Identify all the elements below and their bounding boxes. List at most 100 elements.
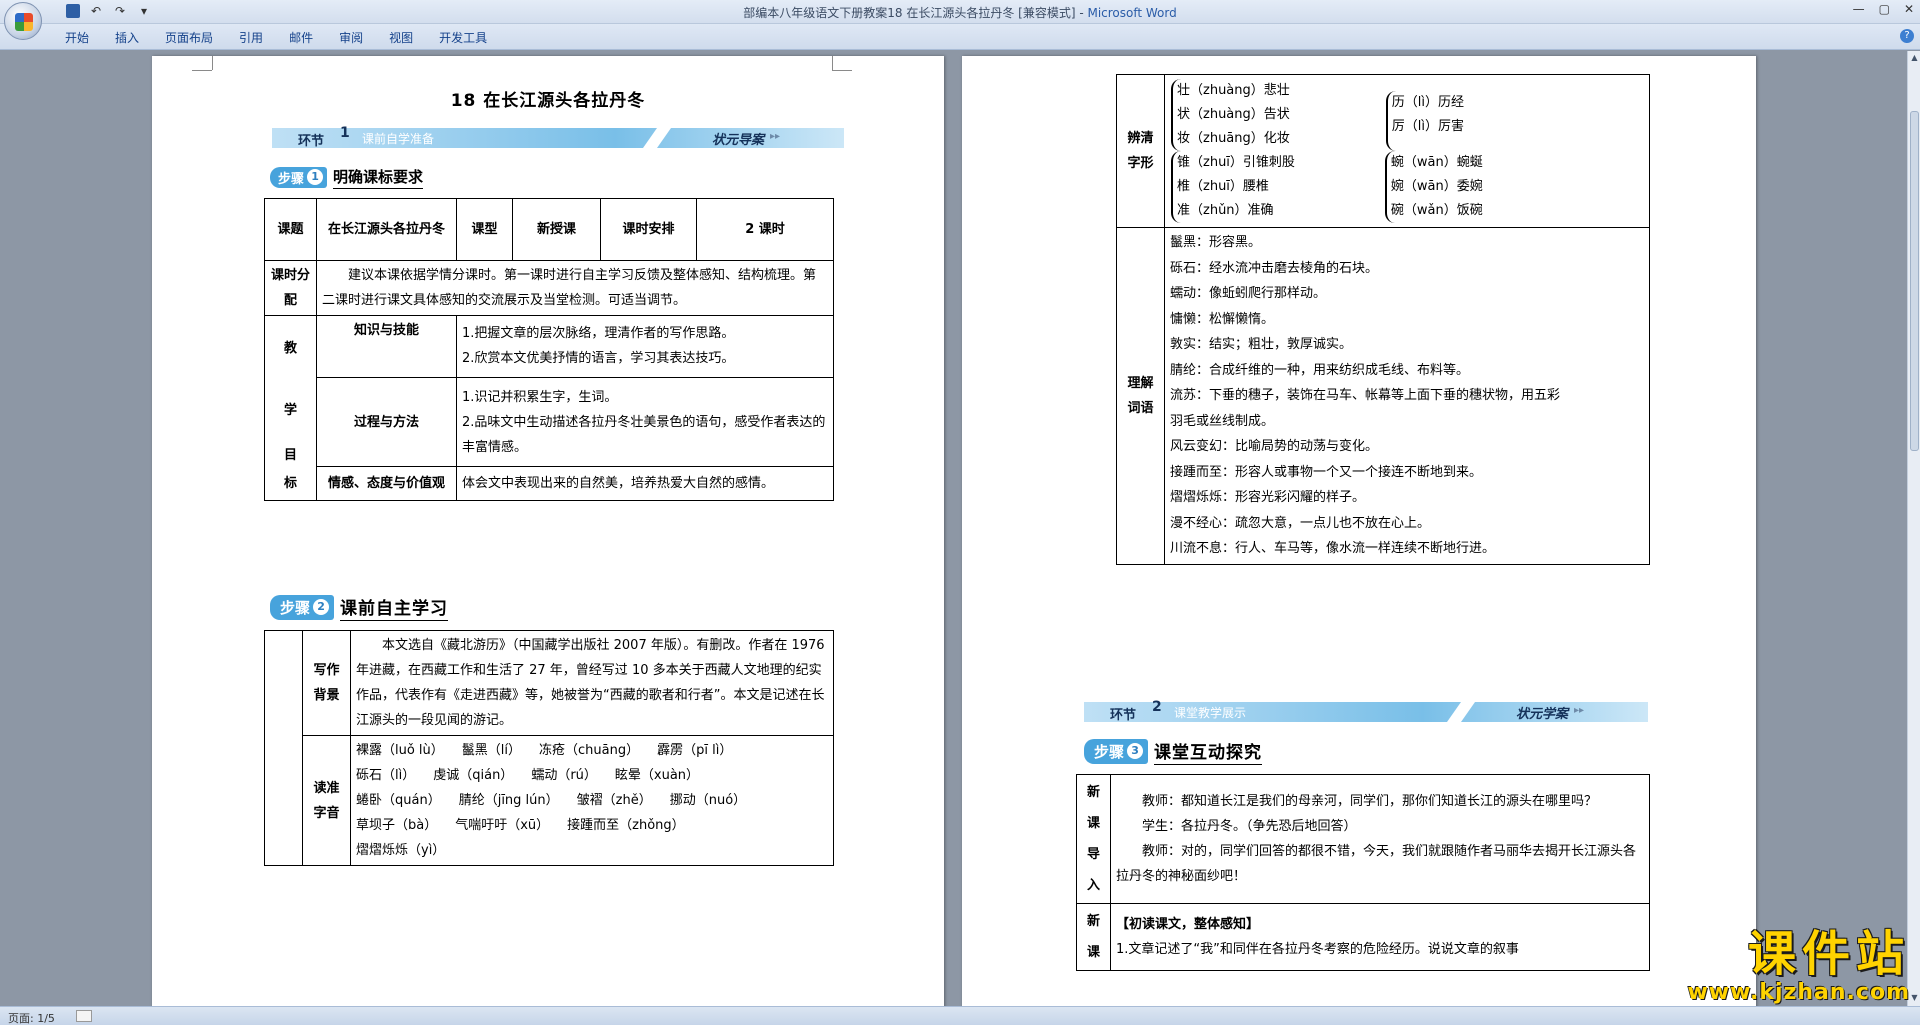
tab-insert[interactable]: 插入: [102, 29, 152, 46]
char-item: 厉（lì）厉害: [1391, 119, 1464, 134]
close-button[interactable]: ✕: [1904, 2, 1914, 16]
lesson-title: 18 在长江源头各拉丹冬: [450, 91, 646, 111]
pinyin-word: 冻疮（chuāng）: [539, 743, 640, 758]
table-row: 辨清字形 壮（zhuàng）悲壮 状（zhuàng）告状 妆（zhuāng）化妆…: [1116, 74, 1650, 228]
pinyin-row: 裸露（luǒ lù） 鬣黑（lí） 冻疮（chuāng） 霹雳（pī lì）: [356, 738, 828, 763]
step-number: 3: [1127, 743, 1144, 759]
char-group-left: 锥（zhuī）引锥刺股 椎（zhuī）腰椎 准（zhǔn）准确: [1171, 151, 1295, 223]
word-definition: 漫不经心：疏忽大意，一点儿也不放在心上。: [1170, 515, 1431, 531]
cell-background-text: 本文选自《藏北游历》（中国藏学出版社 2007 年版）。有删改。作者在 1976…: [350, 630, 834, 736]
watermark-logo: 课件站 www.kjzhan.com: [1662, 926, 1910, 1006]
pinyin-word: 霹雳（pī lì）: [657, 743, 733, 758]
page-indicator[interactable]: 页面: 1/5: [8, 1010, 55, 1025]
cell-pronunciation-text: 裸露（luǒ lù） 鬣黑（lí） 冻疮（chuāng） 霹雳（pī lì） 砾石（l…: [350, 735, 834, 866]
office-button[interactable]: [4, 2, 42, 40]
pinyin-word: 皱褶（zhě）: [576, 793, 652, 808]
intro-line: 教师：对的，同学们回答的都很不错，今天，我们就跟随作者马丽华去揭开长江源头各拉丹…: [1116, 844, 1637, 884]
intro-line: 教师：都知道长江是我们的母亲河，同学们，那你们知道长江的源头在哪里吗？: [1142, 794, 1598, 809]
scroll-up-icon[interactable]: ▲: [1909, 53, 1920, 64]
banner-divider: [1446, 702, 1476, 722]
table-row: 新课 【初读课文，整体感知】 1.文章记述了“我”和同伴在各拉丹冬考察的危险经历…: [1076, 903, 1650, 971]
cell-topic-label: 课题: [264, 198, 317, 261]
cell-words-label: 理解词语: [1116, 227, 1165, 565]
table-row: 读准字音 裸露（luǒ lù） 鬣黑（lí） 冻疮（chuāng） 霹雳（pī lì）…: [265, 735, 834, 866]
pinyin-word: 接踵而至（zhǒng）: [567, 818, 685, 833]
tab-home[interactable]: 开始: [52, 29, 102, 46]
step-badge: 步骤 1: [270, 166, 328, 188]
pinyin-word: 蜷卧（quán）: [356, 793, 441, 808]
banner-number: 2: [1152, 699, 1162, 715]
new-heading: 【初读课文，整体感知】: [1116, 917, 1260, 932]
word-definition: 慵懒：松懈懒惰。: [1170, 311, 1275, 327]
watermark-url: www.kjzhan.com: [1687, 980, 1910, 1005]
cell-process-text: 1.识记并积累生字，生词。 2.品味文中生动描述各拉丹冬壮美景色的语句，感受作者…: [456, 376, 834, 468]
table-row: 理解词语 鬣黑：形容黑。 砾石：经水流冲击磨去棱角的石块。 蠕动：像蚯蚓爬行那样…: [1116, 227, 1650, 565]
step-badge: 步骤 3: [1084, 738, 1149, 764]
pinyin-word: 虔诚（qián）: [433, 768, 514, 783]
cell-goals-label: 教 学 目 标: [264, 315, 317, 501]
table-row: 教 学 目 标 知识与技能 1.把握文章的层次脉络，理清作者的写作思路。 2.欣…: [264, 315, 834, 501]
page-right: 辨清字形 壮（zhuàng）悲壮 状（zhuàng）告状 妆（zhuāng）化妆…: [962, 56, 1756, 1011]
process-item: 2.品味文中生动描述各拉丹冬壮美景色的语句，感受作者表达的丰富情感。: [462, 414, 826, 455]
minimize-button[interactable]: —: [1853, 2, 1865, 16]
cell-blank: [264, 630, 303, 866]
goal-char: 标: [283, 476, 297, 491]
help-icon[interactable]: ?: [1900, 29, 1914, 43]
document-title: 部编本八年级语文下册教案18 在长江源头各拉丹冬 [兼容模式] -: [743, 6, 1088, 20]
pinyin-word: 挪动（nuó）: [669, 793, 747, 808]
char-item: 准（zhǔn）准确: [1177, 203, 1274, 218]
pinyin-row: 蜷卧（quán） 腈纶（jīng lún） 皱褶（zhě） 挪动（nuó）: [356, 788, 828, 813]
char-item: 碗（wǎn）饭碗: [1390, 203, 1483, 218]
step-3-heading: 步骤 3 课堂互动探究: [1084, 738, 1263, 765]
table-row: 情感、态度与价值观 体会文中表现出来的自然美，培养热爱大自然的感情。: [265, 466, 834, 501]
cell-new-content: 【初读课文，整体感知】 1.文章记述了“我”和同伴在各拉丹冬考察的危险经历。说说…: [1110, 903, 1650, 971]
cell-knowledge-text: 1.把握文章的层次脉络，理清作者的写作思路。 2.欣赏本文优美抒情的语言，学习其…: [456, 315, 834, 378]
tab-mailings[interactable]: 邮件: [276, 29, 326, 46]
banner-right-a: 状元: [711, 133, 738, 148]
table-row: 过程与方法 1.识记并积累生字，生词。 2.品味文中生动描述各拉丹冬壮美景色的语…: [265, 376, 834, 468]
cell-hours-label: 课时安排: [600, 198, 697, 261]
scroll-down-icon[interactable]: ▼: [1909, 993, 1920, 1004]
title-bar: ↶ ↷ ▾ 部编本八年级语文下册教案18 在长江源头各拉丹冬 [兼容模式] - …: [0, 0, 1920, 40]
char-item: 婉（wān）委婉: [1390, 179, 1483, 194]
pinyin-word: 熠熠烁烁（yì）: [356, 843, 446, 858]
tab-view[interactable]: 视图: [376, 29, 426, 46]
char-item: 锥（zhuī）引锥刺股: [1177, 155, 1295, 170]
cell-type-label: 课型: [456, 198, 513, 261]
step-title: 课堂互动探究: [1154, 738, 1263, 765]
pinyin-word: 裸露（luǒ lù）: [356, 743, 444, 758]
pinyin-word: 腈纶（jīng lún）: [458, 793, 559, 808]
word-definition: 腈纶：合成纤维的一种，用来纺织成毛线、布料等。: [1170, 362, 1470, 378]
step-number: 1: [307, 169, 324, 185]
cell-knowledge-label: 知识与技能: [316, 315, 457, 378]
banner-number: 1: [340, 125, 350, 141]
knowledge-item: 2.欣赏本文优美抒情的语言，学习其表达技巧。: [462, 351, 735, 367]
cell-distinguish-label: 辨清字形: [1116, 74, 1165, 228]
banner-subtitle: 课前自学准备: [362, 132, 435, 146]
char-group-left: 壮（zhuàng）悲壮 状（zhuàng）告状 妆（zhuāng）化妆: [1171, 79, 1290, 151]
banner-right-title: 状元学案: [1516, 703, 1568, 722]
banner-right-title: 状元导案: [712, 129, 764, 148]
maximize-button[interactable]: ▢: [1879, 2, 1890, 16]
cell-new-label: 新课: [1076, 903, 1111, 971]
char-group: 锥（zhuī）引锥刺股 椎（zhuī）腰椎 准（zhǔn）准确 蜿（wān）蜿蜒…: [1171, 151, 1643, 223]
tab-review[interactable]: 审阅: [326, 29, 376, 46]
cell-emotion-label: 情感、态度与价值观: [316, 466, 457, 501]
banner-right-a: 状元: [1515, 707, 1542, 722]
table-row: 写作背景 本文选自《藏北游历》（中国藏学出版社 2007 年版）。有删改。作者在…: [264, 630, 834, 866]
goal-char: 目: [283, 448, 297, 463]
proofing-icon[interactable]: [76, 1010, 92, 1022]
vertical-scrollbar[interactable]: ▲ ▼: [1907, 51, 1920, 1006]
crop-mark: [832, 70, 852, 71]
cell-type-value: 新授课: [512, 198, 601, 261]
word-definition: 蠕动：像蚯蚓爬行那样动。: [1170, 286, 1327, 301]
word-definition: 砾石：经水流冲击磨去棱角的石块。: [1170, 260, 1379, 276]
word-definition: 风云变幻：比喻局势的动荡与变化。: [1170, 439, 1379, 454]
background-paragraph: 本文选自《藏北游历》（中国藏学出版社 2007 年版）。有删改。作者在 1976…: [356, 638, 825, 728]
scroll-thumb[interactable]: [1910, 111, 1919, 451]
pinyin-word: 气喘吁吁（xū）: [455, 818, 550, 833]
watermark-text: 课件站: [1747, 926, 1910, 982]
tab-developer[interactable]: 开发工具: [426, 29, 500, 46]
tab-page-layout[interactable]: 页面布局: [152, 29, 226, 46]
tab-references[interactable]: 引用: [226, 29, 276, 46]
